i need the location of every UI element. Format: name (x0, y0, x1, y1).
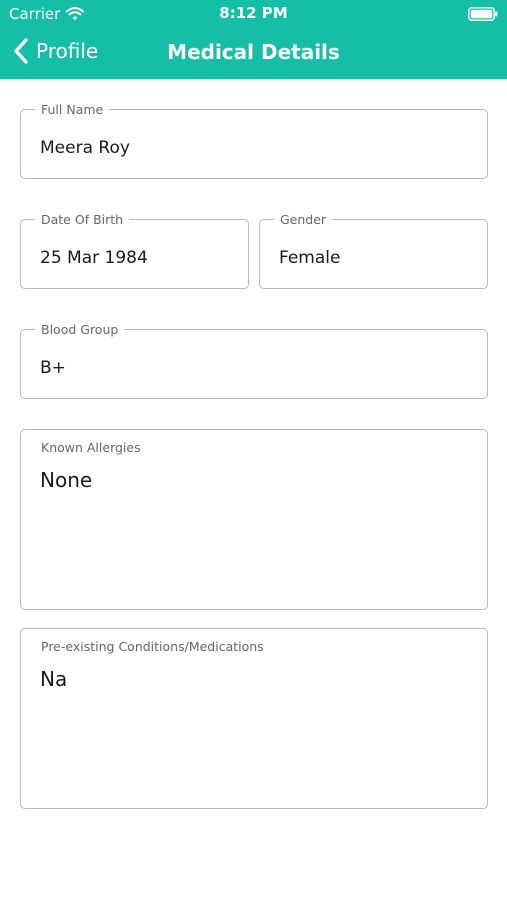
date-of-birth-label: Date Of Birth (35, 212, 130, 227)
gender-label: Gender (274, 212, 333, 227)
full-name-field[interactable]: Full Name Meera Roy (20, 102, 488, 179)
blood-group-label: Blood Group (35, 322, 125, 337)
gender-value: Female (279, 248, 341, 268)
app-header: Carrier 8:12 PM Profile Medical Details (0, 0, 507, 79)
status-bar: Carrier 8:12 PM (0, 0, 507, 28)
status-time: 8:12 PM (219, 4, 288, 22)
known-allergies-label: Known Allergies (41, 440, 141, 455)
battery-icon (468, 7, 498, 21)
known-allergies-field[interactable]: Known Allergies None (20, 429, 488, 610)
full-name-value: Meera Roy (40, 138, 130, 158)
gender-field[interactable]: Gender Female (259, 212, 488, 289)
date-of-birth-value: 25 Mar 1984 (40, 248, 148, 268)
date-of-birth-field[interactable]: Date Of Birth 25 Mar 1984 (20, 212, 249, 289)
full-name-label: Full Name (35, 102, 110, 117)
conditions-medications-label: Pre-existing Conditions/Medications (41, 639, 264, 654)
blood-group-value: B+ (40, 358, 66, 378)
conditions-medications-field[interactable]: Pre-existing Conditions/Medications Na (20, 628, 488, 809)
page-title: Medical Details (167, 40, 340, 64)
blood-group-field[interactable]: Blood Group B+ (20, 322, 488, 399)
navigation-bar: Profile Medical Details (0, 28, 507, 79)
conditions-medications-value: Na (40, 667, 68, 691)
known-allergies-value: None (40, 468, 93, 492)
